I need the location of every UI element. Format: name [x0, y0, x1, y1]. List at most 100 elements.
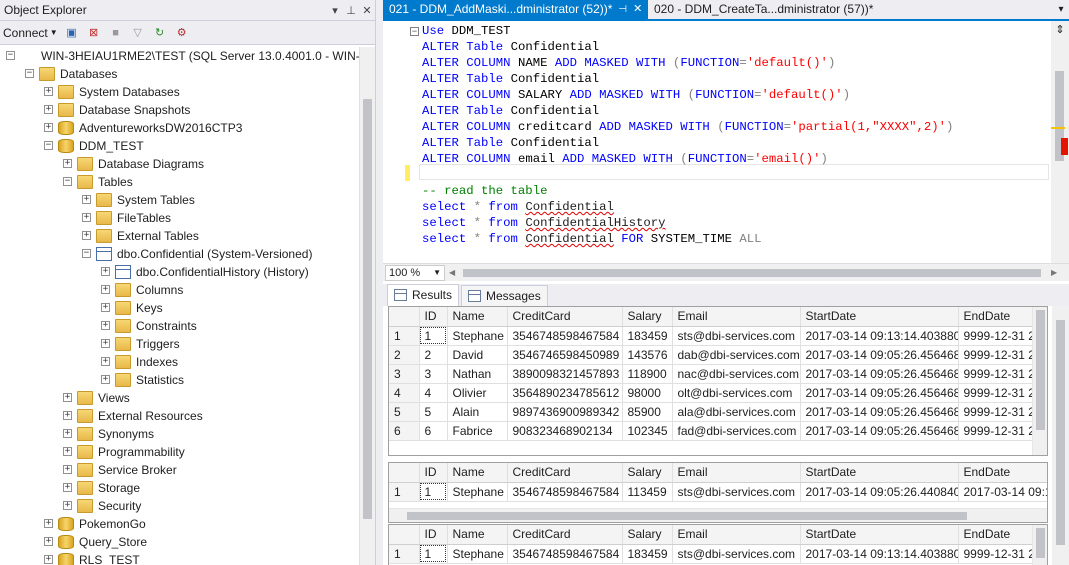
close-icon[interactable]: ✕ — [359, 4, 375, 17]
result-grid-1[interactable]: ID Name CreditCard Salary Email StartDate EndD… — [388, 306, 1048, 456]
expand-icon[interactable]: + — [63, 393, 72, 402]
table-cell[interactable]: 908323468902134 — [507, 421, 623, 441]
collapse-icon[interactable]: − — [63, 177, 72, 186]
scrollbar-thumb[interactable] — [407, 512, 967, 520]
tree-node[interactable]: + External Tables — [0, 227, 359, 245]
row-number[interactable]: 5 — [389, 402, 420, 422]
code-line[interactable]: ALTER Table Confidential — [422, 39, 953, 55]
column-header[interactable]: Email — [672, 463, 801, 483]
tree-node[interactable]: + System Databases — [0, 83, 359, 101]
table-cell[interactable]: 3546746598450989 — [507, 345, 623, 365]
table-cell[interactable]: 3564890234785612 — [507, 383, 623, 403]
scrollbar-thumb[interactable] — [1036, 528, 1045, 558]
disconnect-icon[interactable]: ⊠ — [86, 25, 102, 41]
table-cell[interactable]: 3 — [419, 364, 448, 384]
code-line[interactable]: Use DDM_TEST — [422, 23, 953, 39]
table-cell[interactable]: fad@dbi-services.com — [672, 421, 801, 441]
tree-node[interactable]: + PokemonGo — [0, 515, 359, 533]
table-cell[interactable]: Stephane — [447, 326, 508, 346]
tree-node[interactable]: + External Resources — [0, 407, 359, 425]
table-cell[interactable]: sts@dbi-services.com — [672, 544, 801, 564]
pin-icon[interactable]: ⊣ — [618, 0, 627, 19]
table-row[interactable]: 5 5 Alain 9897436900989342 85900 ala@dbi-serv… — [389, 402, 1047, 422]
column-header[interactable]: Name — [447, 525, 508, 545]
table-cell[interactable]: olt@dbi-services.com — [672, 383, 801, 403]
tree-scrollbar[interactable] — [359, 47, 375, 565]
collapse-icon[interactable]: − — [25, 69, 34, 78]
table-cell[interactable]: nac@dbi-services.com — [672, 364, 801, 384]
column-header[interactable]: EndDate — [958, 463, 1047, 483]
table-cell[interactable]: 2017-03-14 09:05:26.4564688 — [800, 421, 959, 441]
scrollbar-thumb[interactable] — [1036, 310, 1045, 430]
tree-node[interactable]: − dbo.Confidential (System-Versioned) — [0, 245, 359, 263]
column-header[interactable]: Email — [672, 525, 801, 545]
connect-button[interactable]: Connect ▼ — [3, 26, 58, 40]
tree-node[interactable]: + Indexes — [0, 353, 359, 371]
tree-node[interactable]: + Triggers — [0, 335, 359, 353]
tab-messages[interactable]: Messages — [461, 285, 548, 306]
column-header[interactable]: StartDate — [800, 463, 959, 483]
table-row[interactable]: 1 1 Stephane 3546748598467584 113459 sts@dbi-… — [389, 482, 1047, 502]
table-cell[interactable]: 3546748598467584 — [507, 482, 623, 502]
expand-icon[interactable]: + — [44, 519, 53, 528]
code-line[interactable]: select * from Confidential FOR SYSTEM_TI… — [422, 231, 953, 247]
table-cell[interactable]: 2017-03-14 09:13 — [958, 482, 1047, 502]
table-row[interactable]: 1 1 Stephane 3546748598467584 183459 sts@dbi-… — [389, 326, 1047, 346]
tree-node[interactable]: + Service Broker — [0, 461, 359, 479]
table-cell[interactable]: 3890098321457893 — [507, 364, 623, 384]
expand-icon[interactable]: + — [44, 105, 53, 114]
table-cell[interactable]: Nathan — [447, 364, 508, 384]
expand-icon[interactable]: + — [82, 195, 91, 204]
table-cell[interactable]: Stephane — [447, 544, 508, 564]
table-cell[interactable]: 6 — [419, 421, 448, 441]
table-row[interactable]: 2 2 David 3546746598450989 143576 dab@dbi-ser… — [389, 345, 1047, 365]
expand-icon[interactable]: + — [44, 123, 53, 132]
dropdown-arrow-icon[interactable]: ▾ — [327, 4, 343, 17]
grid-horizontal-scrollbar[interactable] — [389, 508, 1047, 522]
table-cell[interactable]: David — [447, 345, 508, 365]
table-cell[interactable]: 183459 — [622, 326, 673, 346]
row-number[interactable]: 2 — [389, 345, 420, 365]
tree-node[interactable]: + System Tables — [0, 191, 359, 209]
column-header[interactable]: Name — [447, 463, 508, 483]
table-cell[interactable]: sts@dbi-services.com — [672, 326, 801, 346]
table-cell[interactable]: 1 — [419, 482, 448, 502]
pin-icon[interactable]: ⊥ — [343, 4, 359, 17]
column-header[interactable]: ID — [419, 463, 448, 483]
table-cell[interactable]: 9897436900989342 — [507, 402, 623, 422]
scrollbar-thumb[interactable] — [1056, 320, 1065, 545]
refresh-icon[interactable]: ↻ — [152, 25, 168, 41]
expand-icon[interactable]: + — [82, 213, 91, 222]
table-row[interactable]: 4 4 Olivier 3564890234785612 98000 olt@dbi-se… — [389, 383, 1047, 403]
table-cell[interactable]: 2017-03-14 09:05:26.4564688 — [800, 364, 959, 384]
activity-monitor-icon[interactable]: ⚙ — [174, 25, 190, 41]
tree-node[interactable]: + FileTables — [0, 209, 359, 227]
panel-splitter[interactable] — [376, 0, 383, 565]
table-cell[interactable]: 1 — [419, 326, 448, 346]
tree-node[interactable]: + RLS_TEST — [0, 551, 359, 565]
table-row[interactable]: 6 6 Fabrice 908323468902134 102345 fad@dbi-se… — [389, 421, 1047, 441]
table-cell[interactable]: 2017-03-14 09:13:14.4038808 — [800, 544, 959, 564]
tree-node[interactable]: + Database Snapshots — [0, 101, 359, 119]
table-cell[interactable]: 2017-03-14 09:13:14.4038808 — [800, 326, 959, 346]
code-line[interactable]: select * from ConfidentialHistory — [422, 215, 953, 231]
tree-node[interactable]: − WIN-3HEIAU1RME2\TEST (SQL Server 13.0.4… — [0, 47, 359, 65]
table-cell[interactable]: 85900 — [622, 402, 673, 422]
result-grid-3[interactable]: ID Name CreditCard Salary Email StartDate EndD… — [388, 524, 1048, 565]
tree-node[interactable]: + Synonyms — [0, 425, 359, 443]
table-cell[interactable]: Olivier — [447, 383, 508, 403]
row-number[interactable]: 6 — [389, 421, 420, 441]
tree-node[interactable]: + Storage — [0, 479, 359, 497]
expand-icon[interactable]: + — [44, 87, 53, 96]
column-header[interactable]: StartDate — [800, 525, 959, 545]
grid-vertical-scrollbar[interactable] — [1032, 525, 1047, 565]
tree-node[interactable]: − DDM_TEST — [0, 137, 359, 155]
stop-icon[interactable]: ■ — [108, 25, 124, 41]
column-header[interactable]: StartDate — [800, 307, 959, 327]
table-cell[interactable]: Fabrice — [447, 421, 508, 441]
scroll-left-icon[interactable]: ◀ — [449, 268, 455, 277]
code-line[interactable]: ALTER COLUMN email ADD MASKED WITH (FUNC… — [422, 151, 953, 167]
code-line[interactable]: -- read the table — [422, 183, 953, 199]
grid-vertical-scrollbar[interactable] — [1032, 307, 1047, 455]
column-header[interactable]: Salary — [622, 525, 673, 545]
